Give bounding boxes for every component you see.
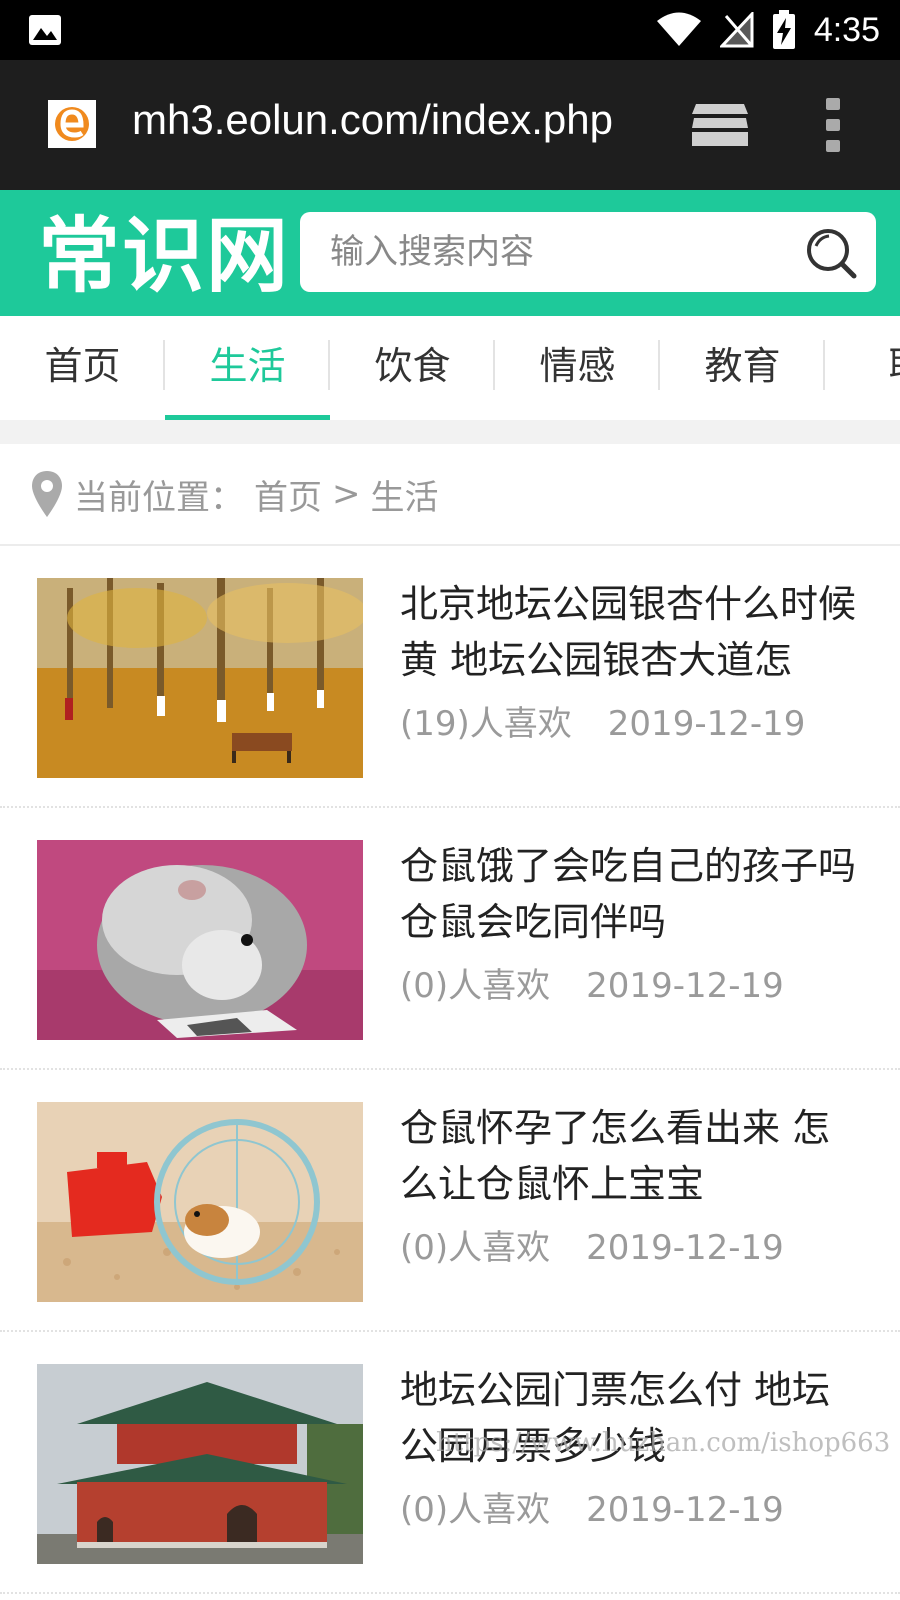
article-title[interactable]: 北京地坛公园银杏什么时候黄 地坛公园银杏大道怎: [400, 576, 860, 694]
article-meta: (0)人喜欢 2019-12-19: [400, 1220, 784, 1269]
article-date: 2019-12-19: [586, 1490, 784, 1530]
likes-count: (19)人喜欢: [400, 704, 572, 744]
watermark-text: https://www.huzhan.com/ishop663: [436, 1428, 891, 1458]
article-thumbnail[interactable]: [37, 840, 363, 1040]
likes-count: (0)人喜欢: [400, 1490, 551, 1530]
no-signal-icon: [719, 12, 754, 48]
article-date: 2019-12-19: [607, 704, 806, 744]
tab-home[interactable]: 首页: [0, 316, 165, 420]
breadcrumb-home-link[interactable]: 首页: [254, 470, 322, 519]
article-title[interactable]: 地坛公园门票怎么付 地坛公园月票多少钱: [400, 1362, 860, 1480]
site-logo[interactable]: 常识网: [38, 208, 290, 304]
likes-count: (0)人喜欢: [400, 1228, 551, 1268]
overflow-menu-icon[interactable]: [822, 98, 844, 152]
tab-education[interactable]: 教育: [660, 316, 825, 420]
article-title[interactable]: 仓鼠怀孕了怎么看出来 怎么让仓鼠怀上宝宝: [400, 1100, 860, 1218]
site-favicon-icon[interactable]: [48, 100, 96, 148]
article-title[interactable]: 仓鼠饿了会吃自己的孩子吗 仓鼠会吃同伴吗: [400, 838, 860, 956]
tab-food[interactable]: 饮食: [330, 316, 495, 420]
search-input[interactable]: [330, 224, 790, 280]
breadcrumb-prefix: 当前位置：: [74, 477, 244, 518]
list-item[interactable]: 地坛公园门票怎么付 地坛公园月票多少钱 (0)人喜欢 2019-12-19: [0, 1332, 900, 1594]
search-icon[interactable]: [804, 226, 858, 280]
search-box: [300, 212, 876, 292]
article-date: 2019-12-19: [586, 1228, 784, 1268]
breadcrumb-current[interactable]: 生活: [371, 470, 439, 519]
article-meta: (0)人喜欢 2019-12-19: [400, 1482, 784, 1531]
tab-emotion[interactable]: 情感: [495, 316, 660, 420]
article-thumbnail[interactable]: [37, 1364, 363, 1564]
likes-count: (0)人喜欢: [400, 966, 551, 1006]
image-notification-icon: [29, 15, 61, 45]
wifi-icon: [656, 12, 701, 46]
breadcrumb-separator: >: [332, 474, 361, 514]
site-header: 常识网: [0, 190, 900, 316]
breadcrumb: 当前位置： 首页 > 生活: [0, 444, 900, 546]
article-thumbnail[interactable]: [37, 1102, 363, 1302]
battery-charging-icon: [772, 10, 795, 49]
section-divider: [0, 420, 900, 444]
clock: 4:35: [813, 10, 880, 49]
tab-career[interactable]: 职: [825, 316, 900, 420]
category-nav: 首页 生活 饮食 情感 教育 职: [0, 316, 900, 420]
tab-life[interactable]: 生活: [165, 316, 330, 420]
article-meta: (0)人喜欢 2019-12-19: [400, 958, 784, 1007]
tabs-switcher-icon[interactable]: [690, 100, 750, 150]
status-bar: 4:35: [0, 0, 900, 60]
list-item[interactable]: 仓鼠饿了会吃自己的孩子吗 仓鼠会吃同伴吗 (0)人喜欢 2019-12-19: [0, 808, 900, 1070]
list-item[interactable]: 北京地坛公园银杏什么时候黄 地坛公园银杏大道怎 (19)人喜欢 2019-12-1…: [0, 546, 900, 808]
article-meta: (19)人喜欢 2019-12-19: [400, 696, 805, 745]
article-thumbnail[interactable]: [37, 578, 363, 778]
location-pin-icon: [32, 471, 62, 517]
address-bar-url[interactable]: mh3.eolun.com/index.php: [132, 96, 637, 152]
list-item[interactable]: 仓鼠怀孕了怎么看出来 怎么让仓鼠怀上宝宝 (0)人喜欢 2019-12-19: [0, 1070, 900, 1332]
article-date: 2019-12-19: [586, 966, 784, 1006]
